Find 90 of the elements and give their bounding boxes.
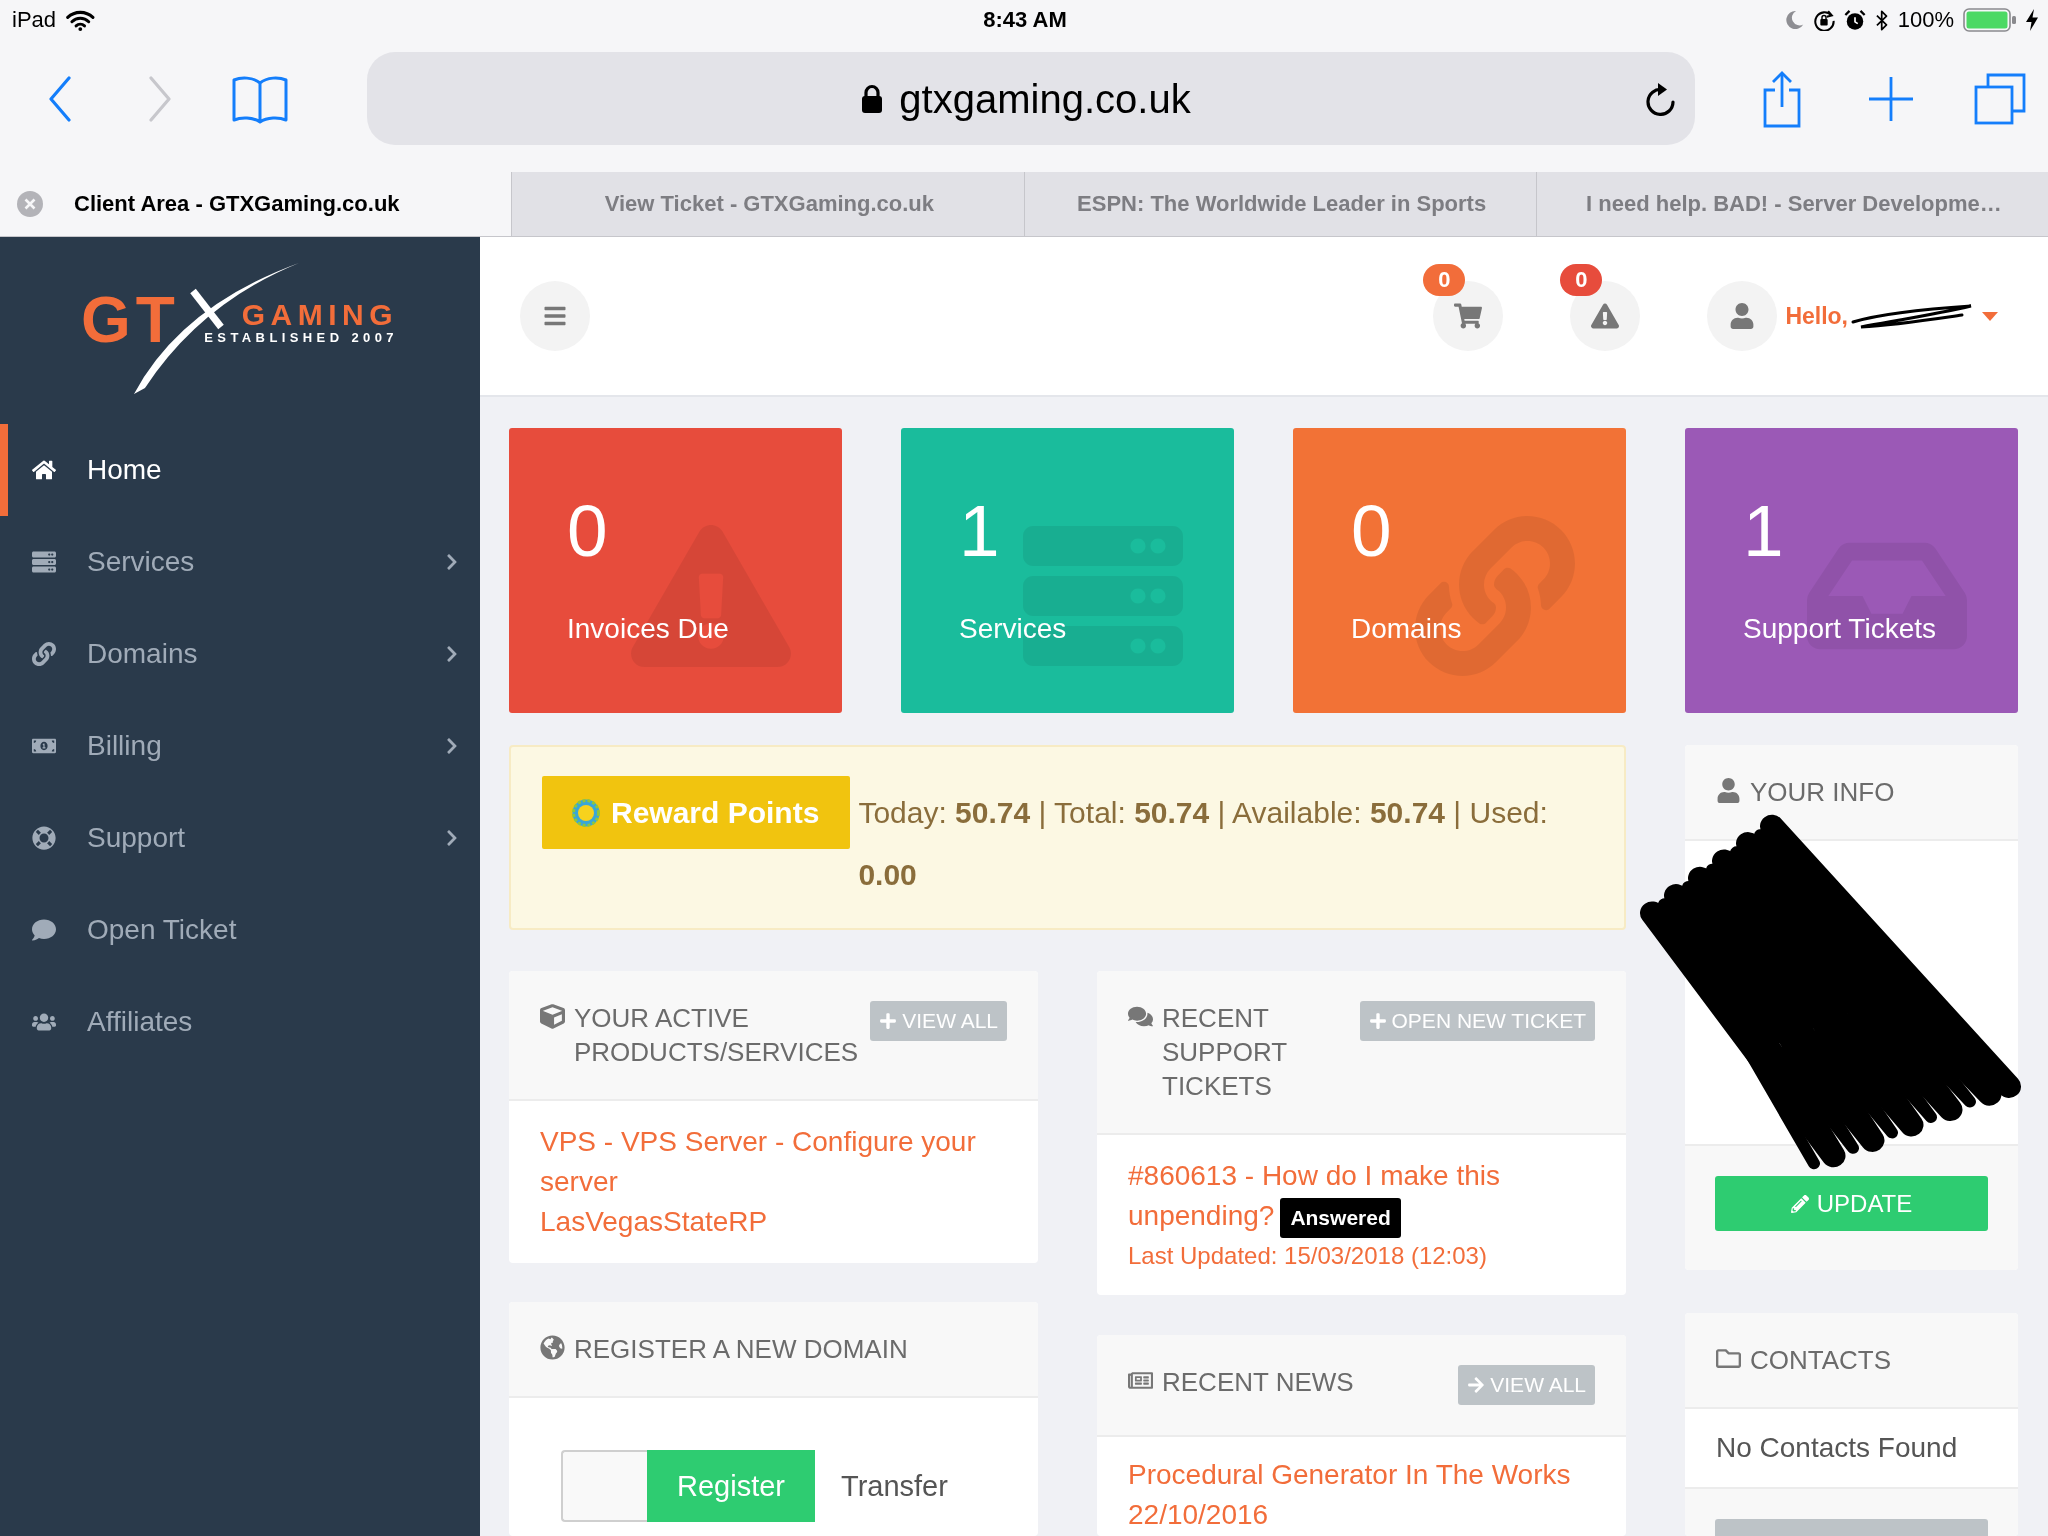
address-field[interactable]: gtxgaming.co.uk bbox=[367, 52, 1695, 145]
panel-title: RECENT SUPPORT TICKETS bbox=[1162, 1002, 1288, 1103]
moon-icon bbox=[1786, 10, 1805, 30]
reward-points-button[interactable]: Reward Points bbox=[542, 776, 851, 849]
count-badge: 0 bbox=[1423, 264, 1466, 296]
ticket-updated: Last Updated: 15/03/2018 (12:03) bbox=[1128, 1240, 1488, 1271]
close-icon bbox=[17, 191, 43, 217]
stat-value: 0 bbox=[1351, 494, 1392, 568]
stat-value: 1 bbox=[959, 494, 1000, 568]
nav-item[interactable]: Services bbox=[0, 516, 480, 608]
plus-icon bbox=[879, 1012, 898, 1030]
logo-letters: GT bbox=[81, 295, 180, 345]
stat-card[interactable]: 0 Domains bbox=[1293, 428, 1626, 713]
nav-item[interactable]: Support bbox=[0, 792, 480, 884]
stat-label: Services bbox=[959, 612, 1067, 646]
nav-item[interactable]: Affiliates bbox=[0, 976, 480, 1068]
panel-title: YOUR ACTIVE PRODUCTS/SERVICES bbox=[574, 1002, 860, 1069]
nav-item[interactable]: Home bbox=[0, 424, 480, 516]
chevron-left-icon bbox=[48, 75, 72, 122]
pencil-icon bbox=[1790, 1194, 1809, 1213]
news-link[interactable]: Procedural Generator In The Works bbox=[1128, 1454, 1595, 1495]
stat-label: Support Tickets bbox=[1743, 612, 1936, 646]
speech-bubbles-icon bbox=[1128, 1004, 1153, 1029]
header-button[interactable]: OPEN NEW TICKET bbox=[1359, 1001, 1595, 1041]
bluetooth-icon bbox=[1875, 8, 1889, 32]
product-domain-link[interactable]: LasVegasStateRP bbox=[540, 1202, 1007, 1242]
stat-value: 0 bbox=[567, 494, 608, 568]
status-badge: Answered bbox=[1280, 1197, 1401, 1238]
reload-button[interactable] bbox=[1645, 81, 1677, 116]
header-button[interactable]: VIEW ALL bbox=[1458, 1364, 1595, 1405]
globe-icon bbox=[540, 1335, 565, 1360]
logo-wordmark: GAMING bbox=[241, 303, 398, 327]
logo-tagline: ESTABLISHED 2007 bbox=[204, 330, 398, 345]
reward-summary: Today: 50.74 | Total: 50.74 | Available: 50.74 | Used: 0.00 bbox=[858, 795, 1549, 893]
ticket-link[interactable]: #860613 - How do I make this unpending? Answered bbox=[1128, 1156, 1595, 1238]
arrow-right-icon bbox=[1467, 1375, 1486, 1394]
switch-handle[interactable] bbox=[561, 1450, 647, 1522]
empty-message: No Contacts Found bbox=[1716, 1431, 1959, 1465]
panel-title: CONTACTS bbox=[1750, 1344, 1893, 1377]
life-ring-icon bbox=[32, 826, 56, 850]
folder-icon bbox=[1716, 1346, 1741, 1371]
nav-item[interactable]: Open Ticket bbox=[0, 884, 480, 976]
battery-icon bbox=[1963, 8, 2017, 32]
chain-link-icon bbox=[32, 642, 56, 666]
switch-option[interactable]: Transfer bbox=[815, 1450, 948, 1522]
user-menu-button[interactable]: Hello, bbox=[1707, 281, 1998, 351]
stat-value: 1 bbox=[1743, 494, 1784, 568]
panel-title: REGISTER A NEW DOMAIN bbox=[574, 1333, 909, 1366]
alarm-clock-icon bbox=[1844, 9, 1867, 31]
product-link[interactable]: VPS - VPS Server - Configure your server bbox=[540, 1122, 1007, 1202]
header-button[interactable]: VIEW ALL bbox=[870, 1001, 1007, 1041]
clock-time: 8:43 AM bbox=[983, 7, 1067, 33]
user-icon bbox=[1716, 778, 1741, 803]
count-badge: 0 bbox=[1560, 264, 1603, 296]
rotation-lock-icon bbox=[1813, 9, 1836, 31]
device-name: iPad bbox=[12, 7, 57, 33]
reload-icon bbox=[1645, 81, 1677, 116]
browser-tab[interactable]: Client Area - GTXGaming.co.uk bbox=[0, 172, 512, 236]
panel-title: YOUR INFO bbox=[1750, 776, 1896, 809]
stat-label: Invoices Due bbox=[567, 612, 729, 646]
share-icon bbox=[1762, 69, 1802, 128]
stat-card[interactable]: 1 Support Tickets bbox=[1685, 428, 2018, 713]
close-tab-button[interactable] bbox=[17, 191, 43, 217]
update-button[interactable]: UPDATE bbox=[1715, 1176, 1988, 1231]
battery-percent: 100% bbox=[1897, 7, 1954, 33]
home-icon bbox=[32, 458, 56, 482]
charging-bolt-icon bbox=[2026, 9, 2038, 31]
caret-down-icon bbox=[1982, 311, 1998, 321]
cube-icon bbox=[540, 1004, 565, 1029]
chevron-right-icon bbox=[148, 75, 172, 122]
menu-icon bbox=[543, 304, 567, 328]
seal-icon bbox=[571, 797, 601, 828]
nav-item[interactable]: Billing bbox=[0, 700, 480, 792]
panel-title: RECENT NEWS bbox=[1162, 1365, 1355, 1399]
url-text: gtxgaming.co.uk bbox=[899, 75, 1191, 123]
stat-card[interactable]: 1 Services bbox=[901, 428, 1234, 713]
server-icon bbox=[32, 550, 56, 574]
wifi-icon bbox=[66, 9, 95, 31]
plus-icon bbox=[1368, 1012, 1387, 1030]
stat-label: Domains bbox=[1351, 612, 1462, 646]
warning-icon bbox=[1591, 302, 1620, 330]
plus-icon bbox=[1868, 75, 1914, 122]
cart-icon bbox=[1454, 302, 1483, 330]
nav-item[interactable]: Domains bbox=[0, 608, 480, 700]
lock-icon bbox=[861, 83, 884, 114]
speech-bubble-icon bbox=[32, 918, 56, 942]
tabs-icon bbox=[1974, 72, 2026, 125]
switch-option[interactable]: Register bbox=[647, 1450, 815, 1522]
stat-card[interactable]: 0 Invoices Due bbox=[509, 428, 842, 713]
news-date: 22/10/2016 bbox=[1128, 1497, 1270, 1532]
